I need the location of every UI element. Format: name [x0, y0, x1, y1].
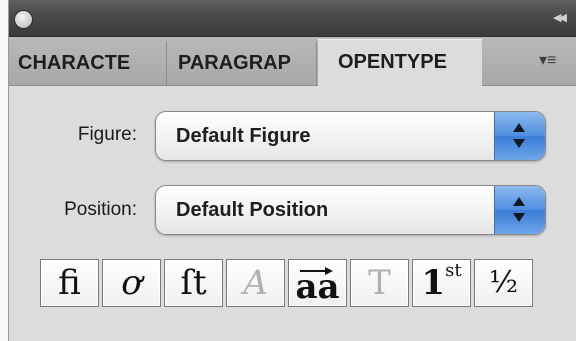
- tab-character[interactable]: CHARACTE: [9, 41, 167, 85]
- tab-paragraph[interactable]: PARAGRAP: [169, 41, 317, 85]
- position-select-stepper-icon[interactable]: [494, 186, 545, 234]
- titling-t-icon: T: [368, 263, 391, 303]
- position-label: Position:: [64, 199, 137, 220]
- position-select[interactable]: Default Position: [155, 185, 546, 235]
- right-arrow-icon: [300, 267, 333, 275]
- ligature-st-icon: ſt: [180, 263, 207, 303]
- position-select-value: Default Position: [176, 199, 329, 221]
- ordinals-button[interactable]: 1st: [412, 259, 471, 307]
- opentype-feature-buttons: fi ơ ſt A aa T 1st ½: [40, 259, 533, 307]
- up-arrow-icon: [513, 197, 525, 206]
- stylistic-alternates-button[interactable]: aa: [288, 259, 347, 307]
- opentype-panel: ◀◀ CHARACTE PARAGRAP OPENTYPE ▾≡ Figure:…: [8, 0, 576, 341]
- discretionary-ligatures-button[interactable]: ſt: [164, 259, 223, 307]
- figure-label: Figure:: [77, 124, 137, 145]
- down-arrow-icon: [513, 213, 525, 222]
- fractions-button[interactable]: ½: [474, 259, 533, 307]
- ordinal-1st-icon: 1st: [421, 260, 462, 303]
- figure-select-stepper-icon[interactable]: [494, 112, 545, 160]
- down-arrow-icon: [513, 139, 525, 148]
- panel-title-bar[interactable]: ◀◀: [9, 0, 576, 37]
- collapse-double-chevron-icon[interactable]: ◀◀: [553, 10, 571, 26]
- ligature-fi-icon: fi: [58, 263, 81, 303]
- swash-button[interactable]: A: [226, 259, 285, 307]
- titling-alternates-button[interactable]: T: [350, 259, 409, 307]
- panel-menu-icon[interactable]: ▾≡: [539, 53, 565, 69]
- standard-ligatures-button[interactable]: fi: [40, 259, 99, 307]
- tab-bar: CHARACTE PARAGRAP OPENTYPE ▾≡: [9, 37, 576, 86]
- contextual-alternates-button[interactable]: ơ: [102, 259, 161, 307]
- close-icon[interactable]: [15, 11, 32, 28]
- fraction-half-icon: ½: [488, 265, 519, 300]
- swash-a-icon: A: [243, 263, 268, 303]
- figure-select[interactable]: Default Figure: [155, 111, 546, 161]
- up-arrow-icon: [513, 123, 525, 132]
- figure-select-value: Default Figure: [176, 125, 311, 147]
- contextual-alternate-icon: ơ: [121, 263, 142, 303]
- tab-opentype[interactable]: OPENTYPE: [318, 39, 482, 86]
